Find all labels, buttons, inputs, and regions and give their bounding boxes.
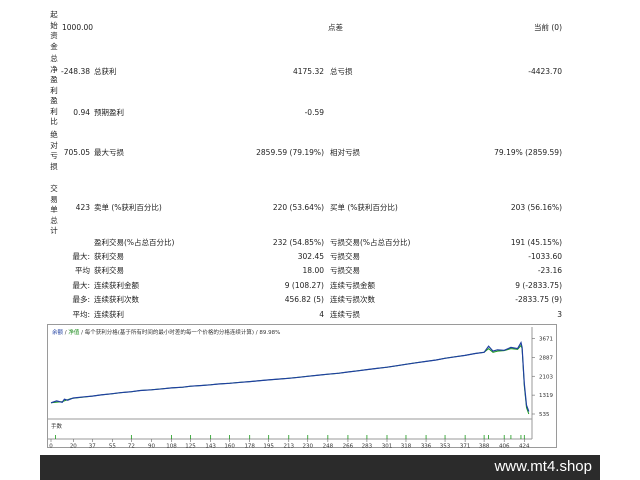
average-loss-label: 亏损交易 — [330, 266, 360, 275]
largest-profit-label: 获利交易 — [94, 252, 124, 261]
chart-legend: 余额 / 净值 / 每个获利分格(基于所有时间的最小时差的每一个价格的分格连续计… — [52, 328, 280, 336]
relative-drawdown-label: 相对亏损 — [330, 148, 360, 157]
x-tick-label: 37 — [89, 444, 96, 450]
equity-line — [50, 344, 530, 415]
profit-factor-value: 0.94 — [73, 108, 90, 117]
x-tick-label: 371 — [460, 444, 471, 450]
label-initial-deposit: 起始资金 — [50, 10, 58, 51]
relative-drawdown-value: 79.19% (2859.59) — [494, 148, 562, 157]
x-tick-label: 283 — [362, 444, 373, 450]
x-tick-label: 178 — [244, 444, 255, 450]
watermark: www.mt4.shop — [494, 458, 592, 475]
y-tick-label: 3671 — [539, 337, 553, 343]
x-tick-label: 318 — [401, 444, 412, 450]
legend-description: / 每个获利分格(基于所有时间的最小时差的每一个价格的分格连续计算) / 89.… — [79, 330, 281, 336]
x-tick-label: 336 — [421, 444, 432, 450]
spread-label: 点差 — [328, 23, 343, 32]
average-consecutive-prefix: 平均: — [72, 310, 90, 319]
short-positions-value: 220 (53.64%) — [272, 203, 324, 212]
balance-chart-svg: 3671 2887 2103 1319 535 0 20 37 55 72 90 108 125 143 1… — [48, 327, 553, 450]
gross-loss-label: 总亏损 — [330, 67, 353, 76]
profit-trades-label: 盈利交易(%占总百分比) — [94, 238, 175, 247]
short-positions-label: 卖单 (%获利百分比) — [94, 203, 162, 212]
maximal-drawdown-label: 最大亏损 — [94, 148, 124, 157]
average-consecutive-losses-label: 连续亏损 — [330, 310, 360, 319]
average-profit-label: 获利交易 — [94, 266, 124, 275]
total-net-profit-value: -248.38 — [61, 67, 90, 76]
average-consecutive-losses-value: 3 — [557, 310, 562, 319]
loss-trades-label: 亏损交易(%占总百分比) — [330, 238, 411, 247]
maximal-consecutive-prefix: 最多: — [72, 295, 90, 304]
initial-deposit-value: 1000.00 — [62, 23, 94, 32]
x-tick-label: 353 — [440, 444, 451, 450]
profit-trades-value: 232 (54.85%) — [272, 238, 324, 247]
expected-payoff-value: -0.59 — [304, 108, 324, 117]
total-trades-value: 423 — [75, 203, 90, 212]
max-consecutive-prefix: 最大: — [72, 281, 90, 290]
average-consecutive-wins-label: 连续获利 — [94, 310, 124, 319]
max-consecutive-losses-label: 连续亏损金额 — [330, 281, 375, 290]
average-loss-value: -23.16 — [537, 266, 562, 275]
expected-payoff-label: 预期盈利 — [94, 108, 124, 117]
average-consecutive-wins-value: 4 — [319, 310, 324, 319]
x-tick-label: 20 — [70, 444, 77, 450]
max-consecutive-wins-label: 连续获利金额 — [94, 281, 139, 290]
largest-prefix: 最大: — [72, 252, 90, 261]
average-profit-value: 18.00 — [302, 266, 324, 275]
y-tick-label: 1319 — [539, 393, 553, 399]
largest-profit-value: 302.45 — [297, 252, 324, 261]
largest-loss-value: -1033.60 — [528, 252, 562, 261]
x-tick-label: 424 — [519, 444, 530, 450]
spread-value: 当前 (0) — [533, 23, 562, 32]
lots-label: 手数 — [51, 424, 63, 430]
max-consecutive-losses-value: 9 (-2833.75) — [515, 281, 562, 290]
gross-profit-value: 4175.32 — [292, 67, 324, 76]
x-tick-label: 406 — [499, 444, 510, 450]
x-tick-label: 248 — [323, 444, 334, 450]
x-tick-label: 160 — [224, 444, 235, 450]
x-tick-label: 90 — [148, 444, 155, 450]
y-tick-label: 535 — [539, 412, 550, 418]
legend-equity: 净值 — [68, 330, 80, 336]
balance-line — [50, 340, 530, 412]
y-tick-label: 2103 — [539, 374, 553, 380]
maximal-consecutive-loss-value: -2833.75 (9) — [515, 295, 562, 304]
x-tick-label: 213 — [284, 444, 295, 450]
maximal-consecutive-loss-label: 连续亏损次数 — [330, 295, 375, 304]
largest-loss-label: 亏损交易 — [330, 252, 360, 261]
x-tick-label: 0 — [49, 444, 53, 450]
loss-trades-value: 191 (45.15%) — [510, 238, 562, 247]
gross-profit-label: 总获利 — [94, 67, 117, 76]
x-tick-label: 388 — [479, 444, 490, 450]
x-tick-label: 230 — [302, 444, 313, 450]
long-positions-value: 203 (56.16%) — [510, 203, 562, 212]
x-tick-label: 266 — [343, 444, 354, 450]
x-tick-label: 125 — [185, 444, 196, 450]
x-tick-label: 72 — [128, 444, 135, 450]
average-prefix: 平均 — [75, 266, 90, 275]
long-positions-label: 买单 (%获利百分比) — [330, 203, 398, 212]
x-tick-label: 108 — [166, 444, 177, 450]
strategy-report: 起始资金 总净盈利 盈利比 绝对亏损 交易单总计 1000.00 点差 当前 (… — [0, 0, 640, 328]
y-tick-label: 2887 — [539, 355, 553, 361]
x-tick-label: 195 — [263, 444, 274, 450]
maximal-drawdown-value: 2859.59 (79.19%) — [256, 148, 324, 157]
x-tick-label: 55 — [109, 444, 116, 450]
x-tick-label: 143 — [205, 444, 216, 450]
maximal-consecutive-profit-label: 连续获利次数 — [94, 295, 139, 304]
x-tick-label: 301 — [382, 444, 393, 450]
maximal-consecutive-profit-value: 456.82 (5) — [284, 295, 324, 304]
max-consecutive-wins-value: 9 (108.27) — [284, 281, 324, 290]
absolute-drawdown-value: 705.05 — [63, 148, 90, 157]
legend-balance: 余额 — [52, 330, 64, 336]
balance-chart: 3671 2887 2103 1319 535 0 20 37 55 72 90 108 125 143 1… — [47, 324, 557, 450]
gross-loss-value: -4423.70 — [528, 67, 562, 76]
